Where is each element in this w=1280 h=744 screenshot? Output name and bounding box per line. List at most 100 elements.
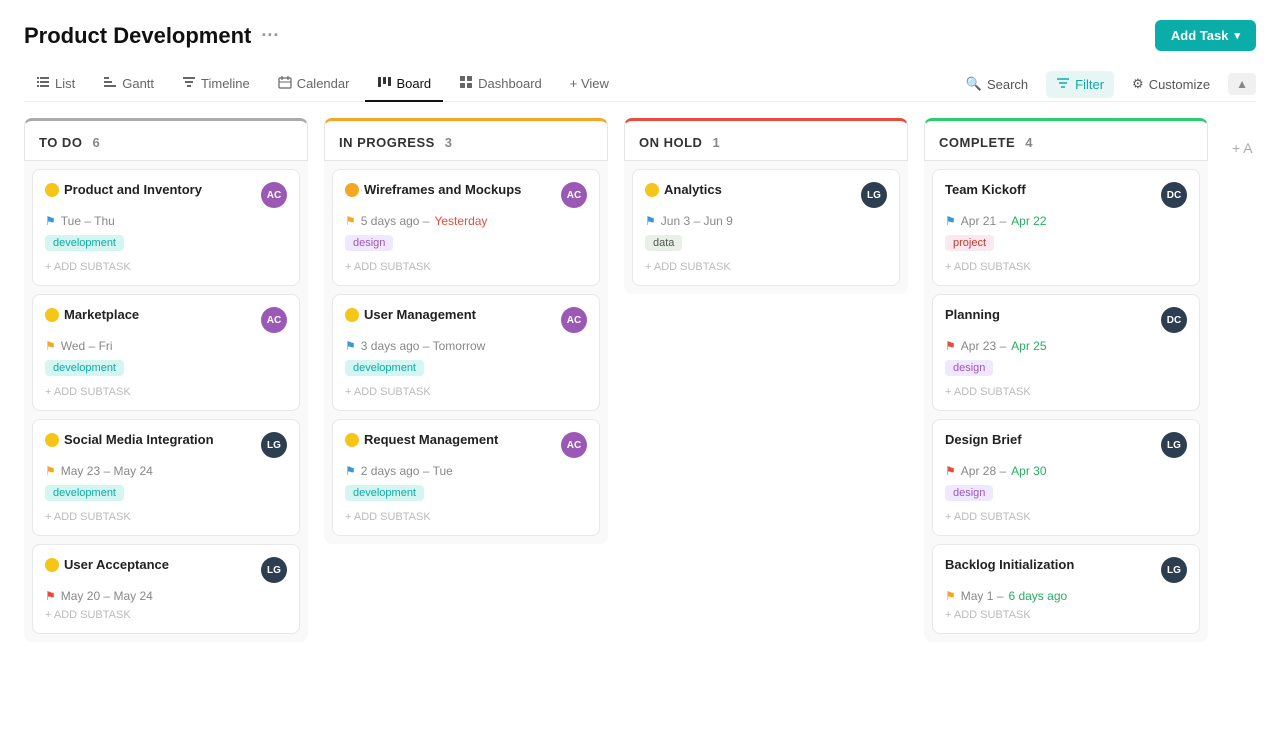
card-date-row: ⚑ May 20 – May 24 <box>45 589 287 603</box>
column-title-row: TO DO 6 <box>39 135 293 150</box>
add-subtask-button[interactable]: + ADD SUBTASK <box>945 511 1187 523</box>
add-column-icon[interactable]: + A <box>1224 128 1261 168</box>
card-title: Marketplace <box>64 307 139 324</box>
task-card[interactable]: Wireframes and Mockups AC ⚑ 5 days ago –… <box>332 169 600 286</box>
task-card[interactable]: Backlog Initialization LG ⚑ May 1 – 6 da… <box>932 544 1200 634</box>
card-header-row: Team Kickoff DC <box>945 182 1187 208</box>
tab-timeline[interactable]: Timeline <box>170 67 262 102</box>
card-header-row: Design Brief LG <box>945 432 1187 458</box>
task-card[interactable]: Analytics LG ⚑ Jun 3 – Jun 9 data + ADD … <box>632 169 900 286</box>
tab-list[interactable]: List <box>24 67 87 102</box>
card-title-wrap: Team Kickoff <box>945 182 1155 199</box>
add-subtask-button[interactable]: + ADD SUBTASK <box>345 261 587 273</box>
add-subtask-button[interactable]: + ADD SUBTASK <box>945 261 1187 273</box>
flag-icon: ⚑ <box>645 214 656 228</box>
add-subtask-button[interactable]: + ADD SUBTASK <box>645 261 887 273</box>
task-card[interactable]: Team Kickoff DC ⚑ Apr 21 – Apr 22 projec… <box>932 169 1200 286</box>
title-more-btn[interactable]: ··· <box>261 25 279 46</box>
calendar-icon <box>278 75 292 92</box>
card-title-wrap: Product and Inventory <box>45 182 255 199</box>
flag-icon: ⚑ <box>945 214 956 228</box>
column-inprogress: IN PROGRESS 3 Wireframes and Mockups AC … <box>324 118 608 544</box>
avatar: AC <box>561 432 587 458</box>
page-header: Product Development ··· Add Task ▾ List … <box>0 0 1280 102</box>
status-dot <box>645 183 659 197</box>
task-card[interactable]: User Management AC ⚑ 3 days ago – Tomorr… <box>332 294 600 411</box>
collapse-button[interactable]: ▲ <box>1228 73 1256 95</box>
nav-right-actions: 🔍 Search Filter ⚙ Customize ▲ <box>956 71 1256 98</box>
filter-button[interactable]: Filter <box>1046 71 1114 98</box>
card-date-row: ⚑ May 23 – May 24 <box>45 464 287 478</box>
card-date-row: ⚑ 2 days ago – Tue <box>345 464 587 478</box>
board: TO DO 6 Product and Inventory AC ⚑ Tue –… <box>0 102 1280 716</box>
status-dot <box>45 308 59 322</box>
task-tag: data <box>645 235 682 251</box>
task-card[interactable]: User Acceptance LG ⚑ May 20 – May 24 + A… <box>32 544 300 634</box>
task-tag: development <box>45 485 124 501</box>
card-title-wrap: User Management <box>345 307 555 324</box>
add-subtask-button[interactable]: + ADD SUBTASK <box>45 261 287 273</box>
avatar: AC <box>561 182 587 208</box>
flag-icon: ⚑ <box>945 589 956 603</box>
tab-add-view[interactable]: + View <box>558 68 621 101</box>
flag-icon: ⚑ <box>45 589 56 603</box>
card-header-row: Request Management AC <box>345 432 587 458</box>
column-title: TO DO <box>39 135 82 150</box>
flag-icon: ⚑ <box>45 214 56 228</box>
card-date-row: ⚑ 3 days ago – Tomorrow <box>345 339 587 353</box>
flag-icon: ⚑ <box>345 339 356 353</box>
task-card[interactable]: Social Media Integration LG ⚑ May 23 – M… <box>32 419 300 536</box>
task-card[interactable]: Design Brief LG ⚑ Apr 28 – Apr 30 design… <box>932 419 1200 536</box>
task-tag: development <box>45 235 124 251</box>
avatar: DC <box>1161 182 1187 208</box>
board-icon <box>377 75 391 92</box>
add-subtask-button[interactable]: + ADD SUBTASK <box>345 386 587 398</box>
add-subtask-button[interactable]: + ADD SUBTASK <box>45 511 287 523</box>
card-header-row: Analytics LG <box>645 182 887 208</box>
column-body-onhold: Analytics LG ⚑ Jun 3 – Jun 9 data + ADD … <box>624 161 908 294</box>
card-date-row: ⚑ Tue – Thu <box>45 214 287 228</box>
card-header-row: Social Media Integration LG <box>45 432 287 458</box>
task-tag: design <box>345 235 393 251</box>
card-title: Backlog Initialization <box>945 557 1074 574</box>
list-icon <box>36 75 50 92</box>
task-card[interactable]: Planning DC ⚑ Apr 23 – Apr 25 design + A… <box>932 294 1200 411</box>
task-card[interactable]: Marketplace AC ⚑ Wed – Fri development +… <box>32 294 300 411</box>
status-dot <box>345 308 359 322</box>
column-count: 6 <box>92 135 99 150</box>
column-header-complete: COMPLETE 4 <box>924 118 1208 161</box>
add-subtask-button[interactable]: + ADD SUBTASK <box>945 609 1187 621</box>
card-date-row: ⚑ 5 days ago – Yesterday <box>345 214 587 228</box>
tab-dashboard[interactable]: Dashboard <box>447 67 554 102</box>
flag-icon: ⚑ <box>45 464 56 478</box>
add-subtask-button[interactable]: + ADD SUBTASK <box>945 386 1187 398</box>
task-card[interactable]: Product and Inventory AC ⚑ Tue – Thu dev… <box>32 169 300 286</box>
search-button[interactable]: 🔍 Search <box>956 71 1038 97</box>
avatar: AC <box>261 182 287 208</box>
customize-button[interactable]: ⚙ Customize <box>1122 71 1220 97</box>
tab-calendar[interactable]: Calendar <box>266 67 362 102</box>
add-subtask-button[interactable]: + ADD SUBTASK <box>45 609 287 621</box>
header-top: Product Development ··· Add Task ▾ <box>24 20 1256 51</box>
tab-board[interactable]: Board <box>365 67 443 102</box>
add-subtask-button[interactable]: + ADD SUBTASK <box>45 386 287 398</box>
add-subtask-button[interactable]: + ADD SUBTASK <box>345 511 587 523</box>
avatar: LG <box>1161 432 1187 458</box>
card-title-wrap: Backlog Initialization <box>945 557 1155 574</box>
task-card[interactable]: Request Management AC ⚑ 2 days ago – Tue… <box>332 419 600 536</box>
add-task-button[interactable]: Add Task ▾ <box>1155 20 1256 51</box>
card-date-row: ⚑ Apr 28 – Apr 30 <box>945 464 1187 478</box>
column-title: IN PROGRESS <box>339 135 435 150</box>
add-column-button[interactable]: + A <box>1224 118 1280 168</box>
flag-icon: ⚑ <box>945 339 956 353</box>
dashboard-icon <box>459 75 473 92</box>
column-count: 1 <box>712 135 719 150</box>
add-task-chevron-icon: ▾ <box>1234 29 1240 42</box>
task-tag: project <box>945 235 994 251</box>
card-date-row: ⚑ Apr 21 – Apr 22 <box>945 214 1187 228</box>
avatar: LG <box>861 182 887 208</box>
card-title-wrap: Marketplace <box>45 307 255 324</box>
column-title: ON HOLD <box>639 135 702 150</box>
tab-gantt[interactable]: Gantt <box>91 67 166 102</box>
card-title: Design Brief <box>945 432 1022 449</box>
